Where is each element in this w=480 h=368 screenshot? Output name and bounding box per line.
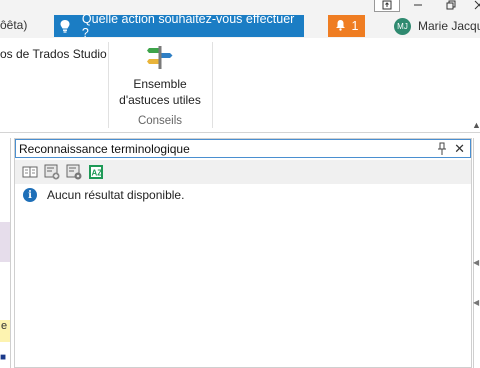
left-pane-yellow-cell: e <box>0 320 10 342</box>
notification-count: 1 <box>351 19 359 33</box>
minimize-button[interactable] <box>405 0 431 12</box>
collapse-ribbon-button[interactable] <box>374 0 400 12</box>
ribbon-group-label: Conseils <box>137 115 183 127</box>
tips-button-label: Ensemble d'astuces utiles <box>119 77 201 107</box>
minimize-icon <box>414 4 422 6</box>
tips-button[interactable]: Ensemble d'astuces utiles <box>112 42 208 114</box>
ribbon-separator <box>108 42 109 128</box>
panel-header[interactable]: Reconnaissance terminologique ✕ <box>15 139 471 158</box>
lightbulb-icon <box>54 15 76 37</box>
restore-icon <box>446 0 456 10</box>
pin-icon[interactable] <box>436 142 448 156</box>
title-bar: ôêta) Quelle action souhaitez-vous effec… <box>0 0 480 40</box>
tell-me-search[interactable]: Quelle action souhaitez-vous effectuer ? <box>54 12 304 40</box>
bell-icon <box>335 19 346 34</box>
tell-me-label: Quelle action souhaitez-vous effectuer ? <box>81 12 295 40</box>
notifications-button[interactable]: 1 <box>328 15 365 37</box>
sort-az-icon[interactable]: AZ <box>88 164 104 180</box>
left-pane-marker: ■ <box>0 352 7 363</box>
panel-toolbar: AZ <box>15 160 471 184</box>
no-result-message: i Aucun résultat disponible. <box>23 188 184 202</box>
panel-title: Reconnaissance terminologique <box>19 141 190 156</box>
svg-text:AZ: AZ <box>92 169 103 178</box>
user-name[interactable]: Marie Jacqu <box>418 19 480 33</box>
term-entry-icon[interactable] <box>22 164 38 180</box>
ribbon-partial-label[interactable]: os de Trados Studio <box>0 47 107 61</box>
ribbon-display-icon <box>382 0 392 10</box>
ribbon: os de Trados Studio Ensemble d'astuces u… <box>0 38 480 133</box>
avatar[interactable]: MJ <box>394 18 411 35</box>
term-settings-icon[interactable] <box>66 164 82 180</box>
right-pane-edge <box>473 138 480 368</box>
chevron-left-icon[interactable]: ◀ <box>473 258 479 267</box>
left-pane-highlight <box>0 222 10 262</box>
close-window-button[interactable] <box>466 0 480 12</box>
chevron-left-icon[interactable]: ◀ <box>473 298 479 307</box>
restore-button[interactable] <box>438 0 464 12</box>
result-text: Aucun résultat disponible. <box>47 188 185 202</box>
signpost-icon <box>146 44 174 70</box>
close-icon[interactable]: ✕ <box>454 141 465 157</box>
term-recognition-panel: Reconnaissance terminologique ✕ AZ i Auc… <box>14 138 472 368</box>
ribbon-separator <box>212 42 213 128</box>
chevron-up-icon[interactable]: ▲ <box>472 120 480 130</box>
close-window-icon <box>474 0 480 10</box>
beta-title-fragment: ôêta) <box>0 18 28 32</box>
info-icon: i <box>23 188 37 202</box>
add-term-icon[interactable] <box>44 164 60 180</box>
